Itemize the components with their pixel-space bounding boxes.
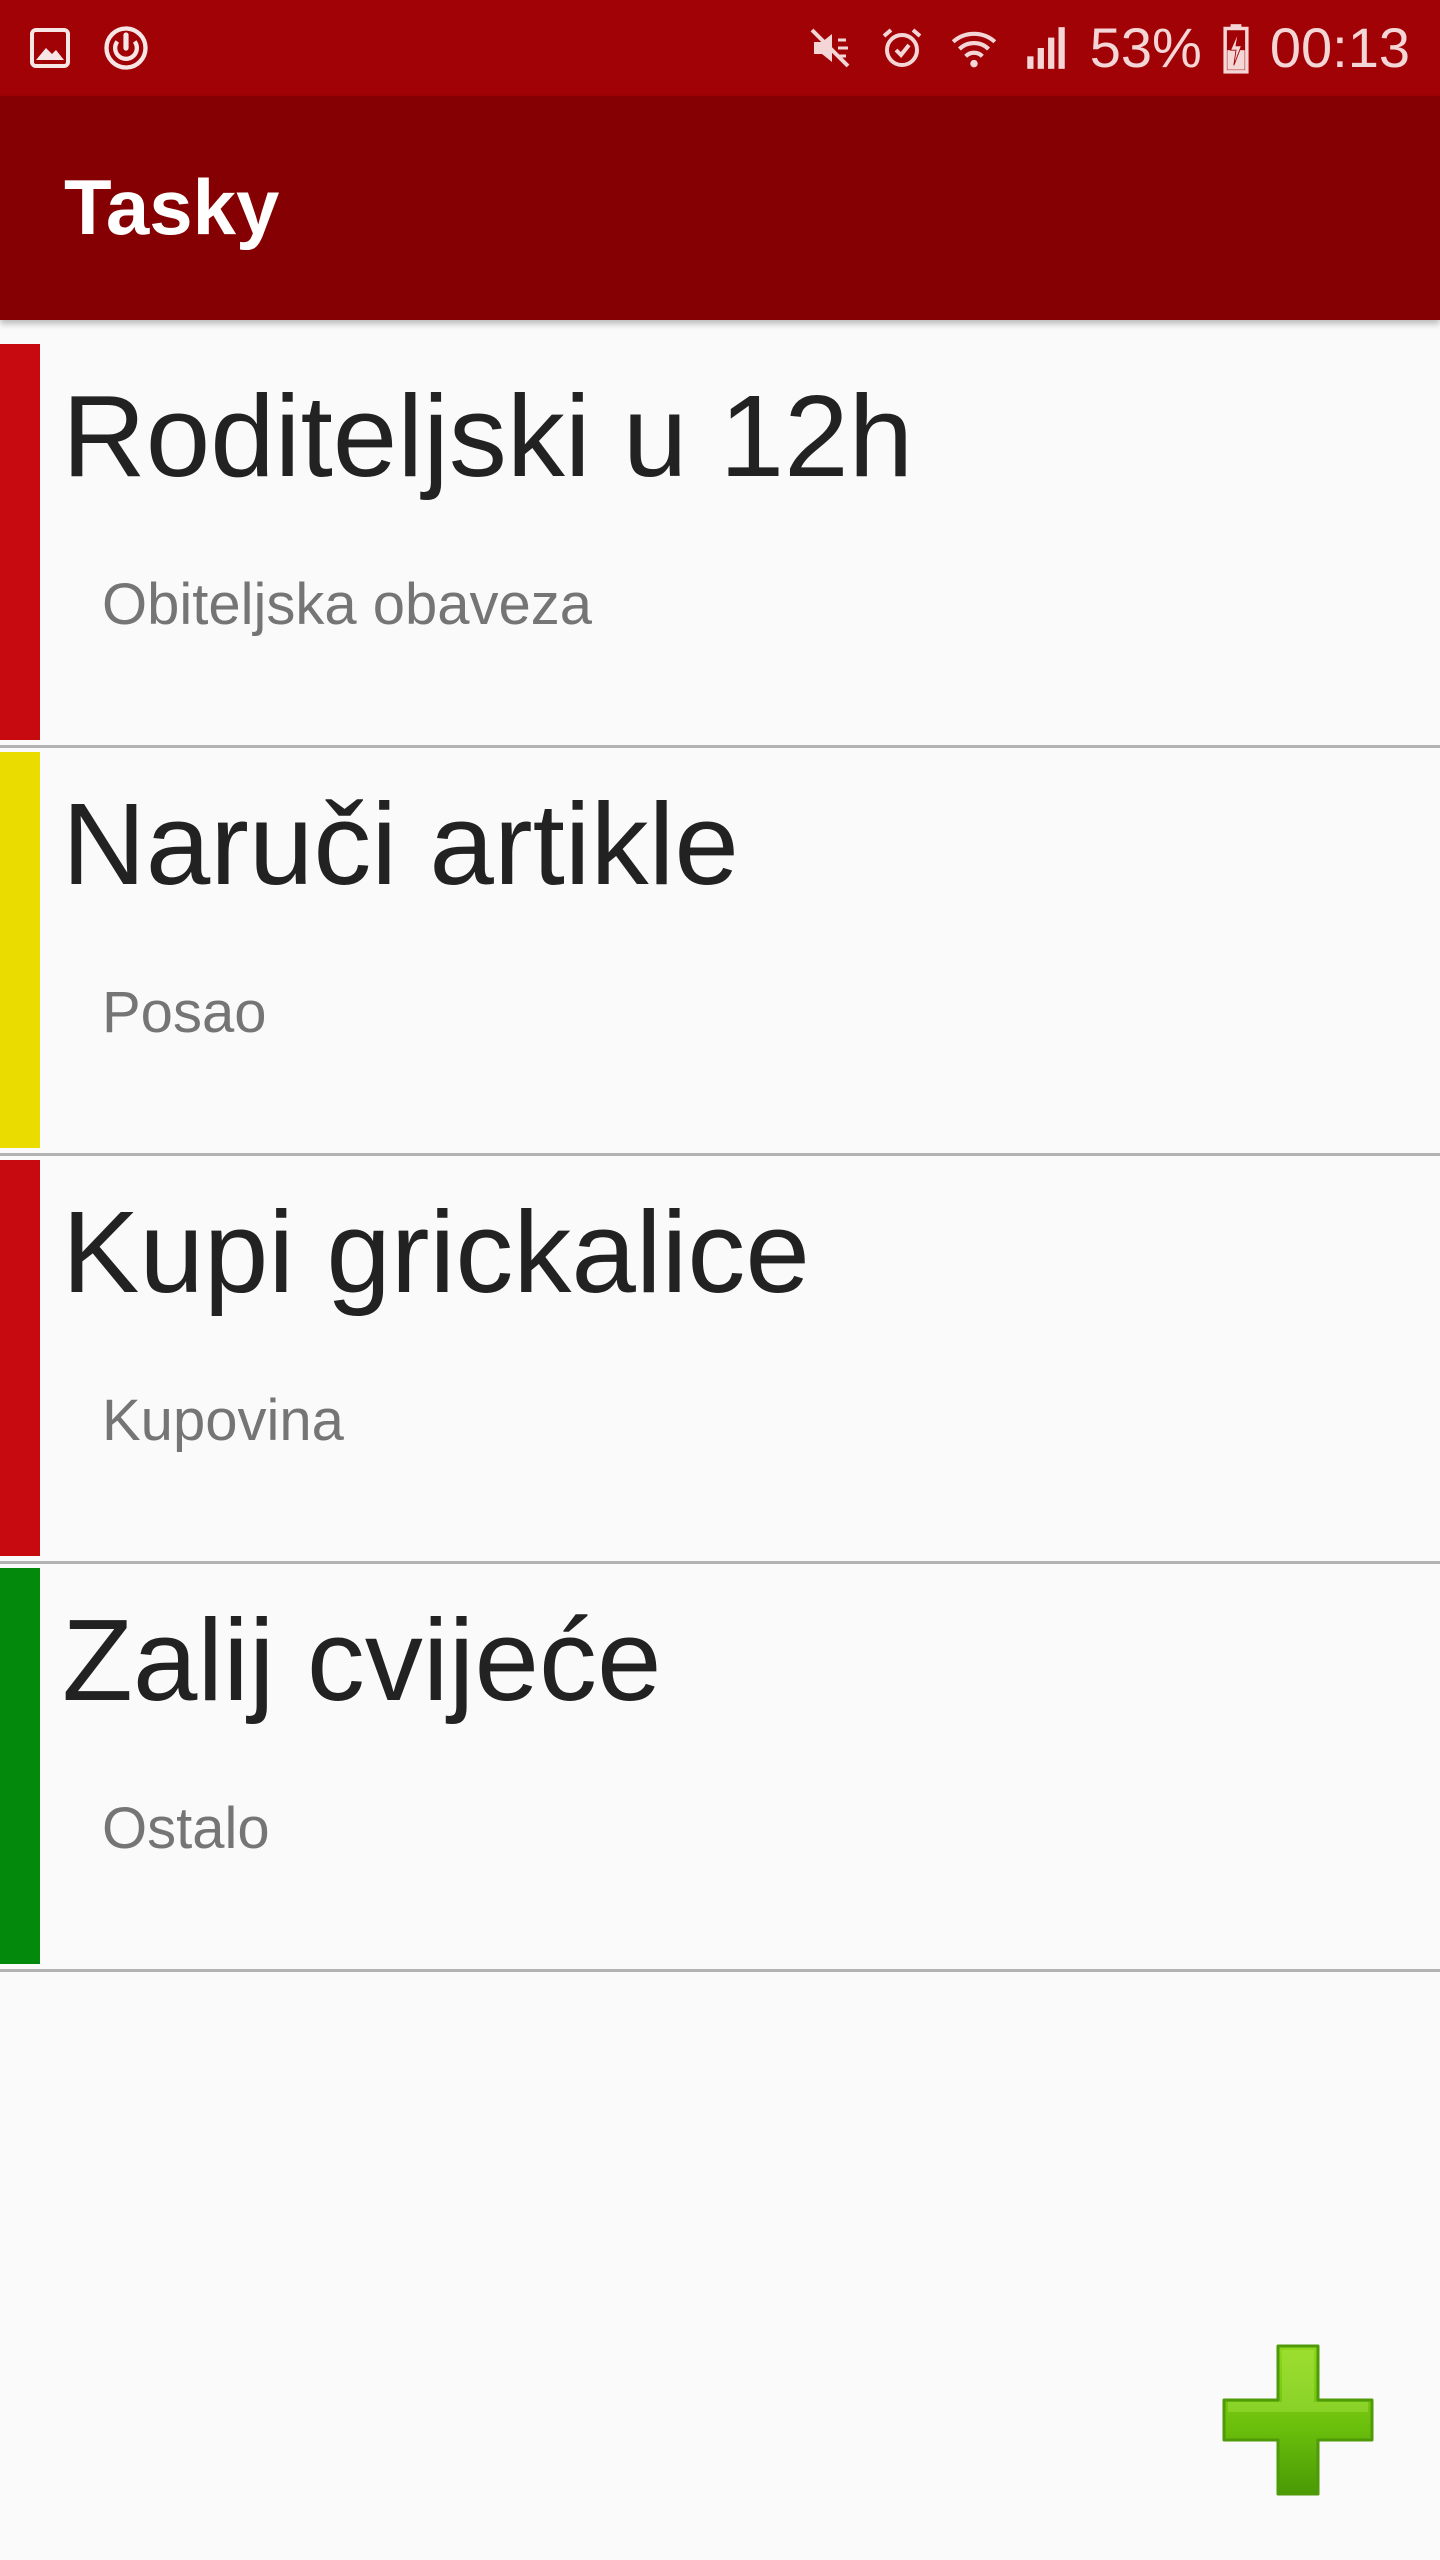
- task-category: Obiteljska obaveza: [102, 572, 593, 637]
- status-bar: 53% 00:13: [0, 0, 1440, 96]
- task-item[interactable]: Kupi grickalice Kupovina: [0, 1156, 1440, 1564]
- sync-icon: [98, 20, 154, 76]
- task-title: Kupi grickalice: [62, 1187, 810, 1317]
- task-category: Ostalo: [102, 1796, 270, 1861]
- task-category: Kupovina: [102, 1388, 344, 1453]
- priority-stripe: [0, 1160, 40, 1556]
- battery-percent: 53%: [1089, 16, 1202, 79]
- status-right-icons: 53% 00:13: [802, 10, 1410, 86]
- mute-icon: [802, 20, 858, 76]
- task-title: Zalij cvijeće: [62, 1595, 662, 1725]
- task-item[interactable]: Naruči artikle Posao: [0, 748, 1440, 1156]
- status-time: 00:13: [1269, 16, 1410, 79]
- alarm-icon: [874, 20, 930, 76]
- battery-charging-icon: [1218, 20, 1254, 76]
- app-bar: Tasky: [0, 96, 1440, 320]
- wifi-icon: [946, 20, 1002, 76]
- task-title: Naruči artikle: [62, 779, 739, 909]
- task-item[interactable]: Zalij cvijeće Ostalo: [0, 1564, 1440, 1972]
- image-icon: [22, 20, 78, 76]
- priority-stripe: [0, 1568, 40, 1964]
- task-list: Roditeljski u 12h Obiteljska obaveza Nar…: [0, 340, 1440, 1972]
- signal-icon: [1018, 20, 1074, 76]
- plus-icon: [1222, 2344, 1374, 2496]
- task-title: Roditeljski u 12h: [62, 371, 914, 501]
- priority-stripe: [0, 344, 40, 740]
- priority-stripe: [0, 752, 40, 1148]
- status-left-icons: [22, 18, 154, 78]
- app-title: Tasky: [64, 163, 280, 251]
- task-item[interactable]: Roditeljski u 12h Obiteljska obaveza: [0, 340, 1440, 748]
- add-task-button[interactable]: [1218, 2342, 1378, 2502]
- task-category: Posao: [102, 980, 267, 1045]
